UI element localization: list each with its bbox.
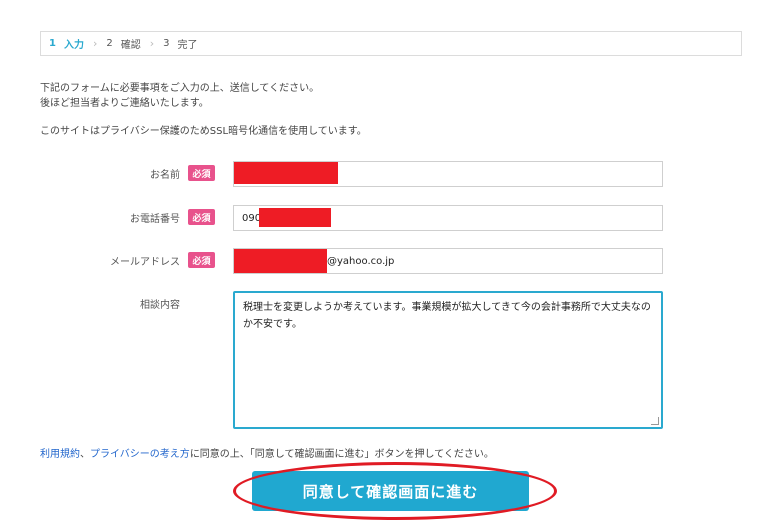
chevron-right-icon: › [92,37,98,50]
agreement-instruction: に同意の上、「同意して確認画面に進む」ボタンを押してください。 [189,449,494,460]
required-badge: 必須 [188,252,215,268]
phone-input[interactable]: 090 [233,205,663,231]
intro-text: 後ほど担当者よりご連絡いたします。 [40,98,209,109]
redaction-mark [259,208,331,227]
agreement-text: 利用規約、プライバシーの考え方に同意の上、「同意して確認画面に進む」ボタンを押し… [40,445,494,460]
agree-confirm-button[interactable]: 同意して確認画面に進む [252,471,529,511]
inquiry-value: 税理士を変更しようか考えています。事業規模が拡大してきて今の会計事務所で大丈夫な… [243,302,651,330]
redaction-mark [234,162,338,184]
step-number: 2 [106,38,113,49]
step-label: 確認 [120,40,141,51]
step-number: 3 [163,38,170,49]
required-badge: 必須 [188,209,215,225]
name-label: お名前 [150,170,180,181]
step-indicator: 1 入力 › 2 確認 › 3 完了 [40,31,742,56]
email-label: メールアドレス [110,257,180,268]
terms-link[interactable]: 利用規約 [40,449,80,460]
required-badge: 必須 [188,165,215,181]
step-confirm: 2 確認 [106,36,140,51]
separator: 、 [80,449,90,460]
step-number: 1 [49,38,56,49]
phone-label: お電話番号 [130,214,180,225]
ssl-notice: このサイトはプライバシー保護のためSSL暗号化通信を使用しています。 [40,126,367,137]
privacy-link[interactable]: プライバシーの考え方 [90,449,190,460]
step-complete: 3 完了 [163,36,197,51]
inquiry-textarea[interactable]: 税理士を変更しようか考えています。事業規模が拡大してきて今の会計事務所で大丈夫な… [233,291,663,429]
chevron-right-icon: › [149,37,155,50]
step-label: 完了 [177,40,198,51]
name-input[interactable] [233,161,663,187]
inquiry-label: 相談内容 [140,300,180,311]
step-input: 1 入力 [49,36,84,51]
email-value: @yahoo.co.jp [327,255,395,267]
intro-text: 下記のフォームに必要事項をご入力の上、送信してください。 [40,83,320,94]
step-label: 入力 [63,40,84,51]
email-input[interactable]: @yahoo.co.jp [233,248,663,274]
resize-handle-icon[interactable] [651,417,659,425]
redaction-mark [234,249,327,273]
